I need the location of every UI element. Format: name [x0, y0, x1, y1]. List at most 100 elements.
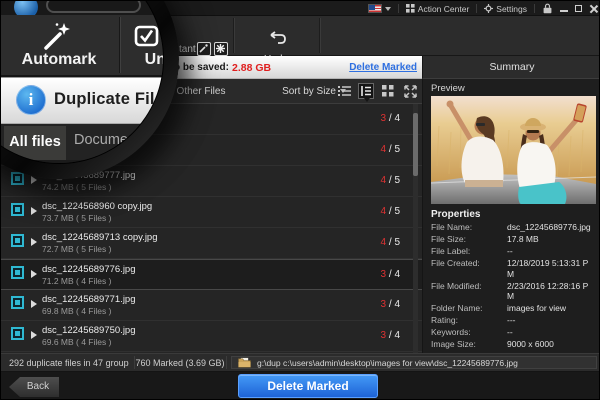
duplicates-count-text: 292 duplicate files in 47 group: [9, 358, 129, 368]
close-button[interactable]: [589, 5, 597, 13]
expand-arrow-icon[interactable]: [31, 176, 37, 184]
footer: Back Delete Marked: [1, 372, 599, 399]
undo-button[interactable]: [233, 31, 319, 56]
lens-tab-all-files[interactable]: All files: [4, 126, 66, 160]
magnifier-lens-content: Automark UnMark i Duplicate Files f All …: [1, 1, 164, 164]
gear-icon: [484, 4, 494, 13]
file-group-row-selected[interactable]: dsc_12245689776.jpg 71.2 MB ( 4 Files ) …: [1, 259, 422, 290]
expand-arrow-icon[interactable]: [31, 270, 37, 278]
folder-icon: [238, 357, 251, 368]
lens-info-banner: i Duplicate Files f: [1, 77, 164, 124]
delete-marked-button[interactable]: Delete Marked: [238, 374, 378, 398]
instant-mode-label: tant: [179, 44, 196, 55]
file-name: dsc_1224568960 copy.jpg: [42, 201, 153, 212]
property-row: Rating: ---: [431, 315, 516, 325]
status-bar: 292 duplicate files in 47 group 760 Mark…: [1, 353, 599, 372]
detail-view-icon[interactable]: [358, 83, 374, 102]
expand-view-icon[interactable]: [402, 83, 418, 99]
property-row: File Name: dsc_12245689776.jpg: [431, 222, 591, 232]
scrollbar[interactable]: [413, 104, 418, 353]
marked-count: 3 / 4: [380, 113, 400, 124]
file-size: 73.7 MB ( 5 Files ): [42, 213, 112, 223]
properties-table: File Name: dsc_12245689776.jpg File Size:…: [431, 222, 599, 363]
action-center-button[interactable]: Action Center: [405, 3, 470, 14]
grid-view-icon[interactable]: [380, 83, 396, 99]
info-icon: i: [16, 85, 46, 115]
list-view-icon[interactable]: [336, 83, 352, 99]
file-name: dsc_12245689771.jpg: [42, 294, 136, 305]
marked-count: 3 / 4: [380, 269, 400, 280]
expand-arrow-icon[interactable]: [31, 300, 37, 308]
instant-settings-button[interactable]: [214, 42, 228, 56]
file-path-text: g:\dup c:\users\admin\desktop\images for…: [257, 357, 518, 368]
file-checkbox[interactable]: [11, 327, 24, 340]
file-group-row[interactable]: dsc_12245689713 copy.jpg 72.7 MB ( 5 Fil…: [1, 228, 422, 259]
lock-icon[interactable]: [542, 3, 553, 14]
tab-other-files[interactable]: Other Files: [171, 79, 231, 104]
file-size: 71.2 MB ( 4 Files ): [42, 276, 112, 286]
lens-banner-text: Duplicate Files f: [54, 90, 164, 108]
file-size: 74.2 MB ( 5 Files ): [42, 182, 112, 192]
preview-label: Preview: [431, 83, 465, 94]
marked-count: 4 / 5: [380, 175, 400, 186]
file-path-field[interactable]: g:\dup c:\users\admin\desktop\images for…: [231, 356, 597, 369]
file-checkbox[interactable]: [11, 296, 24, 309]
back-button[interactable]: Back: [9, 377, 59, 397]
marked-summary-text: 760 Marked (3.69 GB): [135, 358, 225, 368]
file-group-row[interactable]: dsc_12245689771.jpg 69.8 MB ( 4 Files ) …: [1, 290, 422, 321]
expand-arrow-icon[interactable]: [31, 331, 37, 339]
marked-count: 3 / 4: [380, 299, 400, 310]
file-checkbox[interactable]: [11, 172, 24, 185]
sort-label: Sort by Size: [282, 86, 336, 97]
marked-count: 4 / 5: [380, 237, 400, 248]
duplicate-finder-window: Action Center Settings tant be saved: 2.…: [0, 0, 600, 400]
grid-icon: [405, 4, 415, 13]
divider: [397, 4, 399, 13]
property-row: Image Size: 9000 x 6000: [431, 339, 554, 349]
us-flag-icon: [367, 4, 382, 13]
property-row: File Label: --: [431, 246, 513, 256]
properties-title: Properties: [431, 209, 481, 220]
unmark-icon: [134, 25, 163, 47]
toolbar-divider: [319, 18, 320, 53]
automark-button[interactable]: Automark: [1, 51, 119, 69]
file-group-row[interactable]: dsc_12245689750.jpg 69.6 MB ( 4 Files ) …: [1, 321, 422, 352]
chevron-down-icon: [384, 6, 391, 11]
preview-photo: [431, 96, 596, 204]
file-size: 72.7 MB ( 5 Files ): [42, 244, 112, 254]
file-group-row[interactable]: dsc_1224568960 copy.jpg 73.7 MB ( 5 File…: [1, 197, 422, 228]
scrollbar-thumb[interactable]: [413, 113, 418, 176]
marked-count: 4 / 5: [380, 144, 400, 155]
expand-arrow-icon[interactable]: [31, 207, 37, 215]
language-selector[interactable]: [367, 4, 391, 13]
action-center-label: Action Center: [417, 3, 470, 14]
file-size: 69.8 MB ( 4 Files ): [42, 306, 112, 316]
divider: [226, 356, 227, 369]
lens-tab-documents[interactable]: Documen: [74, 132, 136, 148]
right-panel: Preview Properties File Name: dsc_122456…: [422, 79, 599, 361]
file-name: dsc_12245689776.jpg: [42, 264, 136, 275]
file-size: 69.6 MB ( 4 Files ): [42, 337, 112, 347]
expand-arrow-icon[interactable]: [31, 238, 37, 246]
marked-count: 4 / 5: [380, 206, 400, 217]
maximize-button[interactable]: [575, 5, 582, 12]
file-checkbox[interactable]: [11, 234, 24, 247]
savings-value: 2.88 GB: [232, 62, 272, 74]
instant-automark-button[interactable]: [197, 42, 211, 56]
magic-wand-icon: [44, 23, 70, 50]
divider: [534, 4, 535, 13]
property-row: Folder Name: images for view: [431, 303, 567, 313]
minimize-button[interactable]: [560, 9, 568, 12]
file-checkbox[interactable]: [11, 266, 24, 279]
delete-marked-link[interactable]: Delete Marked: [349, 62, 417, 73]
lens-tabs: All files Documen: [1, 124, 163, 160]
settings-button[interactable]: Settings: [484, 4, 527, 14]
unmark-button[interactable]: UnMark: [119, 51, 163, 69]
file-checkbox[interactable]: [11, 203, 24, 216]
property-row: File Modified: 2/23/2016 12:28:16 PM: [431, 280, 589, 302]
divider: [476, 4, 478, 13]
tab-summary[interactable]: Summary: [422, 56, 599, 79]
undo-icon: [270, 31, 286, 44]
property-row: File Created: 12/18/2019 5:13:31 PM: [431, 258, 589, 279]
property-row: File Size: 17.8 MB: [431, 234, 539, 244]
